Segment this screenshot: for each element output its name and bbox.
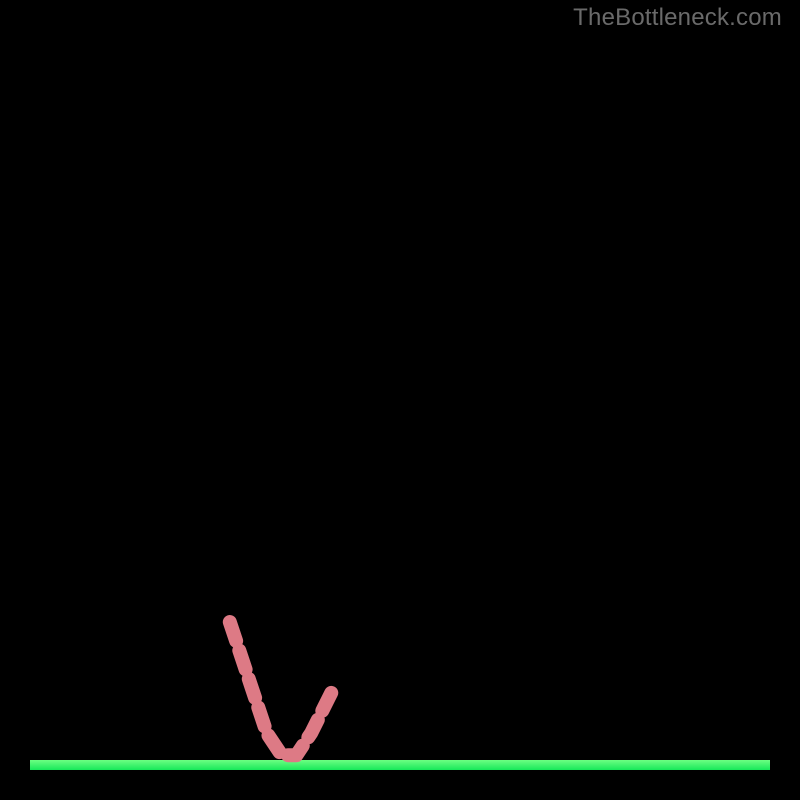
curve-svg — [30, 30, 770, 770]
bottleneck-curve — [30, 30, 770, 755]
plot-area — [30, 30, 770, 770]
watermark-text: TheBottleneck.com — [573, 4, 782, 32]
chart-frame: TheBottleneck.com — [0, 0, 800, 800]
